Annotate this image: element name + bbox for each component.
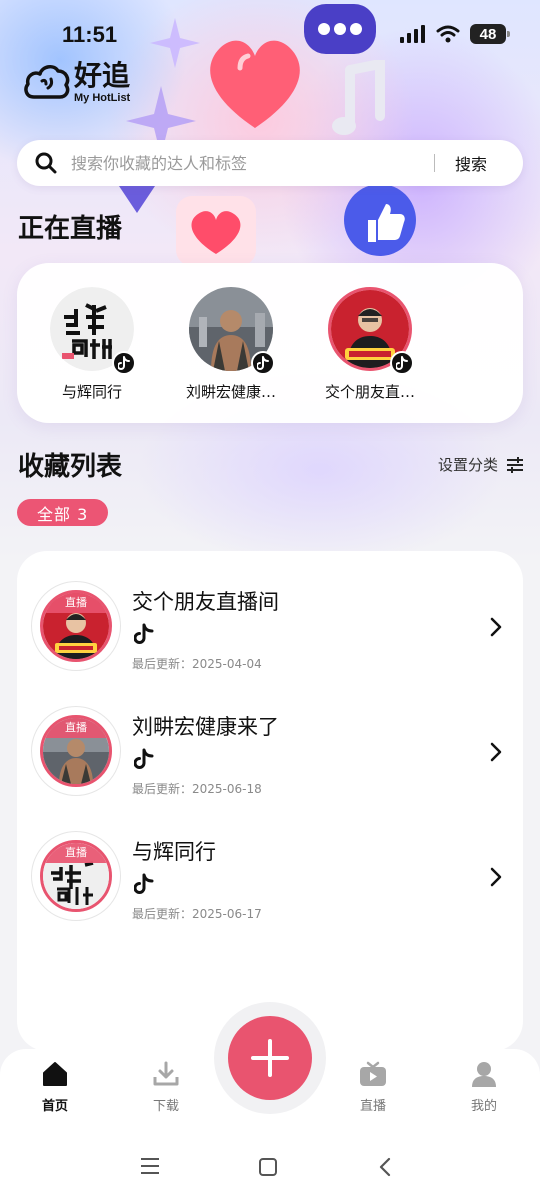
live-item-liugenghong[interactable]: 刘畊宏健康… [169,287,293,402]
avatar [50,287,136,375]
search-divider [433,154,435,172]
nav-label: 首页 [41,1099,68,1114]
list-item-title: 刘畊宏健康来了 [132,715,279,739]
nav-label: 下载 [152,1099,179,1114]
tiktok-badge-icon [390,351,414,375]
thumbs-up-decoration [344,184,416,256]
list-item-updated: 最后更新：2025-06-17 [132,907,262,921]
set-category-button[interactable]: 设置分类 [438,454,524,475]
avatar: 直播 [31,706,121,796]
search-input[interactable] [71,153,434,173]
nav-profile[interactable]: 我的 [449,1061,519,1114]
live-tag: 直播 [43,593,109,613]
plus-icon [251,1039,289,1077]
nav-live[interactable]: 直播 [338,1061,408,1114]
filter-settings-icon [507,456,523,473]
tiktok-icon [133,873,154,899]
set-category-label: 设置分类 [437,456,498,474]
live-item-jiaogepengyou[interactable]: 交个朋友直… [308,287,432,402]
nav-download[interactable]: 下载 [131,1061,201,1114]
wifi-icon [436,25,460,43]
avatar [328,287,414,375]
filter-all-pill[interactable]: 全部 3 [17,499,109,526]
tiktok-badge-icon [251,351,275,375]
list-item[interactable]: 直播 与辉同行 最后更新：2025-06-17 [17,831,523,931]
nav-label: 我的 [470,1099,497,1114]
live-item-yuhui[interactable]: 与辉同行 [30,287,154,402]
tiktok-badge-icon [112,351,136,375]
live-section-title: 正在直播 [18,214,123,244]
favorites-section-title: 收藏列表 [18,452,123,482]
tiktok-icon [133,748,154,774]
status-time: 11:51 [62,22,118,47]
app-logo: 好追 My HotList [24,62,130,104]
tiktok-icon [133,623,154,649]
list-item[interactable]: 直播 交个朋友直播间 最后更新：2025-04-04 [17,581,523,681]
live-item-name: 交个朋友直… [324,383,415,401]
signal-icon [400,25,425,43]
nav-label: 直播 [359,1099,386,1114]
live-item-name: 刘畊宏健康… [185,383,276,401]
list-item-title: 与辉同行 [132,840,216,864]
battery-indicator: 48 [470,24,510,44]
list-item-updated: 最后更新：2025-06-18 [132,782,262,796]
avatar: 直播 [31,831,121,921]
app-name-cn: 好追 [74,59,131,92]
list-item-updated: 最后更新：2025-04-04 [132,657,262,671]
list-item[interactable]: 直播 刘畊宏健康来了 最后更新：2025-06-18 [17,706,523,806]
live-item-name: 与辉同行 [61,383,122,401]
avatar: 直播 [31,581,121,671]
live-card: 与辉同行 刘畊宏健康… 交个朋友直… [17,263,523,423]
back-icon[interactable] [377,1157,393,1177]
search-button[interactable]: 搜索 [455,151,487,175]
status-bar: 11:51 48 [0,14,540,58]
add-button[interactable] [228,1016,312,1100]
home-square-icon[interactable] [258,1157,278,1177]
profile-icon [472,1062,496,1087]
menu-icon[interactable] [140,1157,160,1175]
download-icon [153,1061,179,1086]
chevron-right-icon [490,617,502,637]
chevron-right-icon [490,867,502,887]
chevron-right-icon [490,742,502,762]
live-tag: 直播 [43,843,109,863]
status-icons: 48 [400,24,510,44]
cloud-logo-icon [24,65,70,99]
search-icon [35,152,57,174]
list-item-title: 交个朋友直播间 [132,590,279,614]
live-tag: 直播 [43,718,109,738]
system-navigation-bar [0,1129,540,1200]
music-note-decoration [332,60,385,135]
heart-card-decoration [176,196,256,266]
app-name-en: My HotList [74,92,131,104]
nav-home[interactable]: 首页 [20,1061,90,1114]
search-bar: 搜索 [17,140,523,186]
avatar [189,287,275,375]
home-icon [43,1062,67,1086]
favorites-list: 直播 交个朋友直播间 最后更新：2025-04-04 直播 刘畊宏健康来了 最后… [17,551,523,1051]
tv-icon [360,1061,386,1086]
